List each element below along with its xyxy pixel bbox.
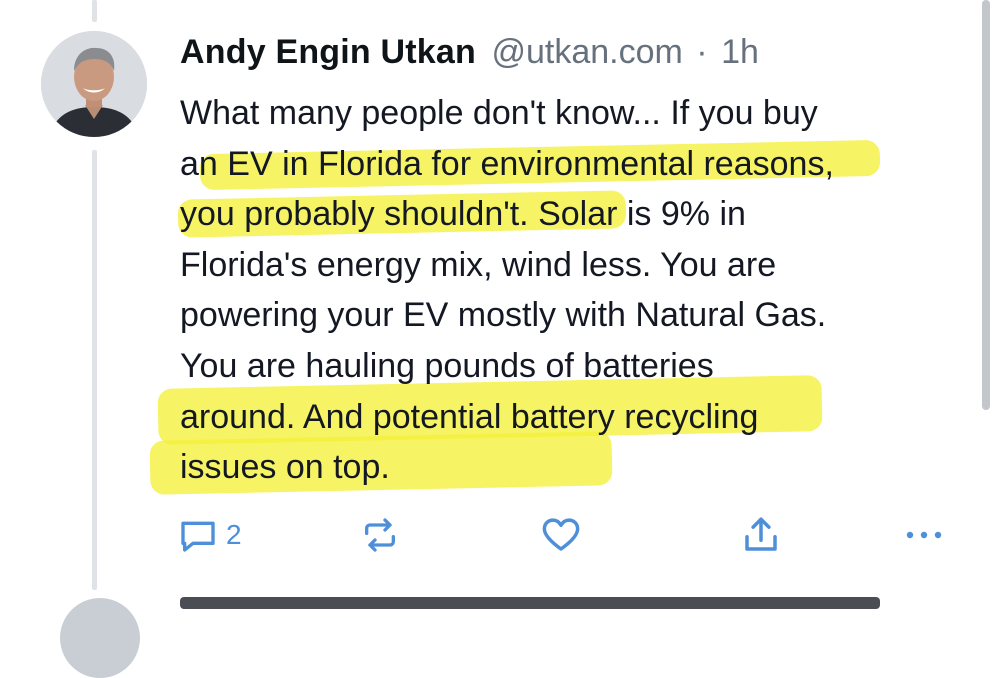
post-actions: 2 xyxy=(178,512,958,558)
repost-button[interactable] xyxy=(360,512,400,558)
post-text-line: an EV in Florida for environmental reaso… xyxy=(180,139,960,190)
post-text-line: issues on top. xyxy=(149,431,960,495)
post-text-line: You are hauling pounds of batteries xyxy=(180,346,714,385)
post-text-line: you probably shouldn't. Solar is 9% in xyxy=(177,189,960,240)
scrollbar[interactable] xyxy=(982,0,990,410)
next-post-header-cropped xyxy=(180,597,880,609)
thread-line xyxy=(92,150,97,590)
avatar[interactable] xyxy=(41,31,147,137)
more-button[interactable] xyxy=(902,512,946,558)
share-icon xyxy=(745,517,777,551)
share-button[interactable] xyxy=(740,512,782,558)
separator-dot: · xyxy=(696,33,708,71)
post-text-line: powering your EV mostly with Natural Gas… xyxy=(180,296,827,335)
reply-button[interactable]: 2 xyxy=(178,512,242,558)
thread-line-top xyxy=(92,0,97,22)
post-header: Andy Engin Utkan @utkan.com · 1h xyxy=(180,30,759,74)
more-icon xyxy=(906,531,942,539)
like-button[interactable] xyxy=(540,512,582,558)
post-text-line: What many people don't know... If you bu… xyxy=(180,94,818,132)
repost-icon xyxy=(365,518,395,552)
author-name[interactable]: Andy Engin Utkan xyxy=(180,33,476,71)
reply-icon xyxy=(181,521,215,552)
next-post-avatar[interactable] xyxy=(60,598,140,678)
heart-icon xyxy=(542,518,580,551)
reply-count: 2 xyxy=(226,519,242,550)
author-handle[interactable]: @utkan.com xyxy=(491,33,682,71)
avatar-portrait-icon xyxy=(41,31,147,137)
post-time[interactable]: 1h xyxy=(721,33,759,71)
post-text-line: around. And potential battery recycling xyxy=(157,374,960,445)
post-text: What many people don't know... If you bu… xyxy=(149,88,960,495)
post-text-line: Florida's energy mix, wind less. You are xyxy=(180,245,777,284)
